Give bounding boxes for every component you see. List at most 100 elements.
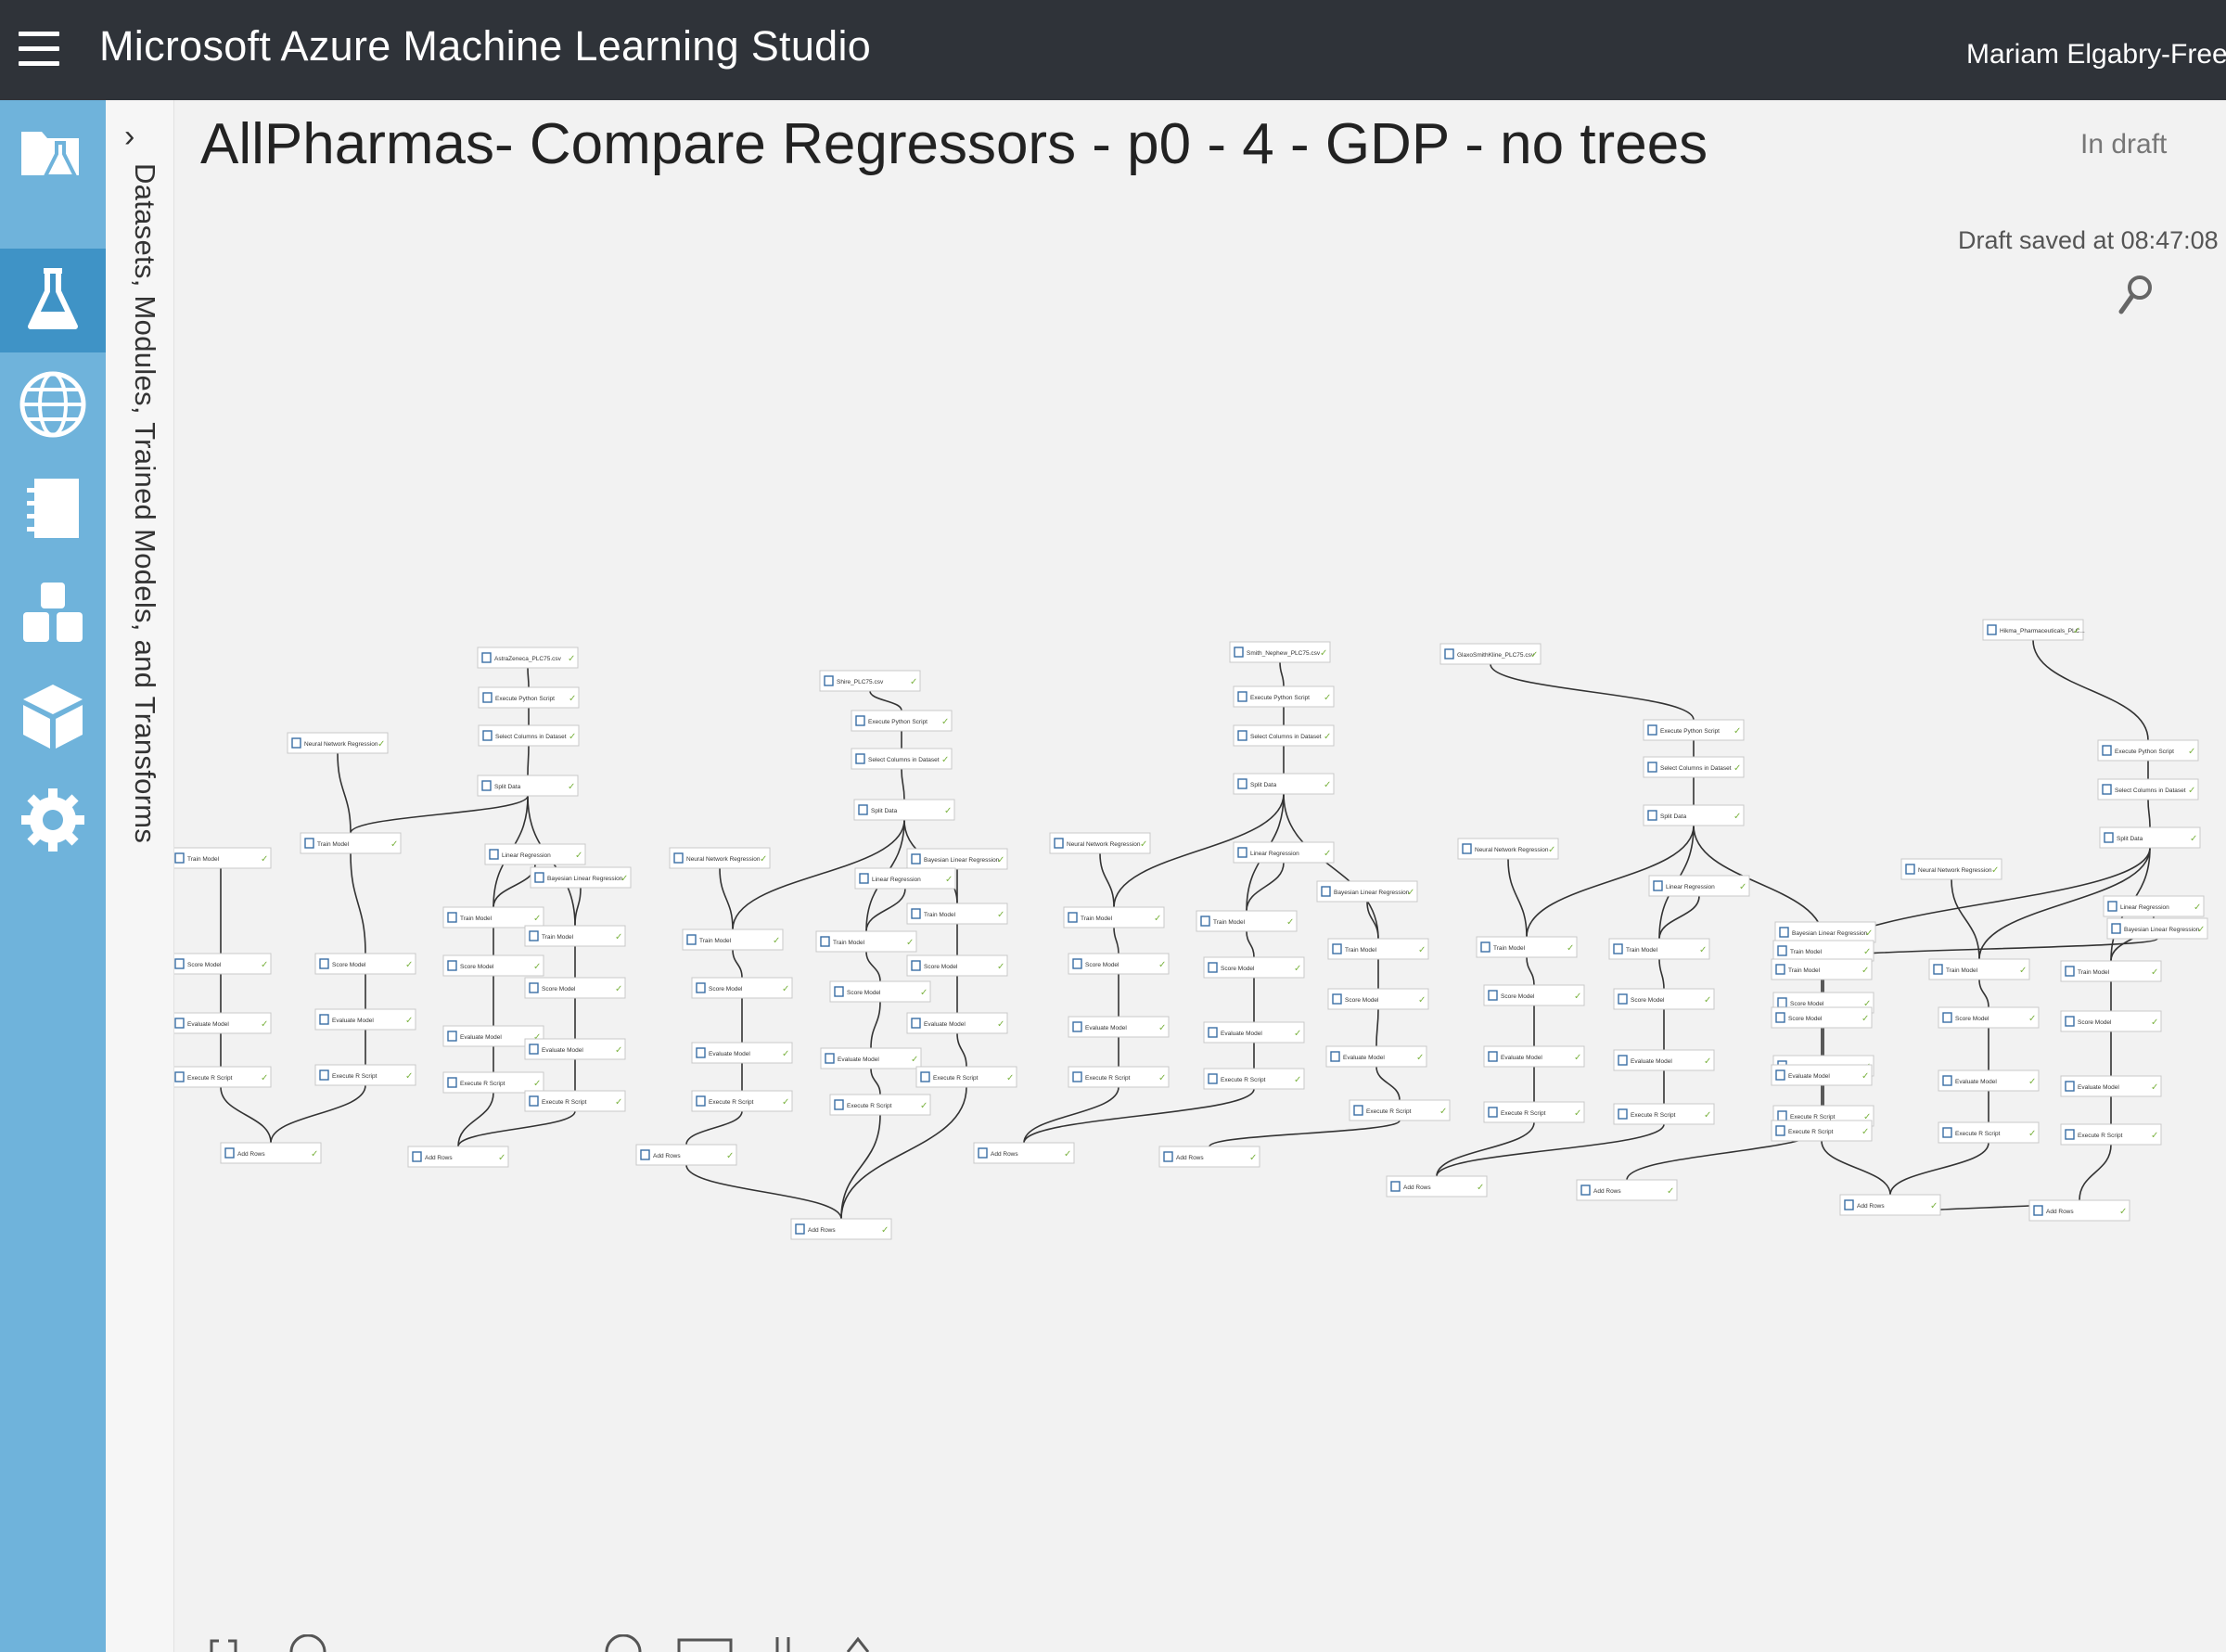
module-node[interactable]: Train Model ✓ <box>1772 940 1874 962</box>
module-box[interactable] <box>1771 958 1873 980</box>
connection-line[interactable] <box>1821 1140 1891 1196</box>
module-box[interactable] <box>2099 826 2201 849</box>
experiment-graph[interactable]: AstraZeneca_PLC75.csv ✓ Execute Python Scr… <box>174 594 2226 1243</box>
module-node[interactable]: Add Rows ✓ <box>973 1142 1075 1164</box>
module-node[interactable]: Select Columns in Dataset ✓ <box>851 748 953 770</box>
connection-line[interactable] <box>1375 1008 1379 1047</box>
module-node[interactable]: Score Model ✓ <box>1613 988 1715 1010</box>
module-box[interactable] <box>220 1142 322 1164</box>
module-node[interactable]: Add Rows ✓ <box>220 1142 322 1164</box>
connection-line[interactable] <box>2147 799 2151 828</box>
connection-line[interactable] <box>350 795 529 834</box>
module-node[interactable]: Score Model ✓ <box>2060 1010 2162 1032</box>
module-node[interactable]: Train Model ✓ <box>524 925 626 947</box>
connection-line[interactable] <box>1978 979 1989 1008</box>
module-node[interactable]: Bayesian Linear Regression✓ <box>1316 880 1418 903</box>
module-node[interactable]: Add Rows ✓ <box>407 1146 509 1168</box>
module-node[interactable]: Split Data ✓ <box>2099 826 2201 849</box>
module-box[interactable] <box>1327 938 1429 960</box>
module-box[interactable] <box>973 1142 1075 1164</box>
module-node[interactable]: GlaxoSmithKline_PLC75.csv✓ <box>1439 643 1542 665</box>
connection-line[interactable] <box>1246 862 1285 912</box>
module-node[interactable]: Score Model ✓ <box>1203 956 1305 979</box>
module-node[interactable]: AstraZeneca_PLC75.csv ✓ <box>477 647 579 669</box>
module-node[interactable]: Execute R Script ✓ <box>524 1090 626 1112</box>
module-node[interactable]: Score Model ✓ <box>1327 988 1429 1010</box>
module-node[interactable]: Evaluate Model ✓ <box>1203 1021 1305 1044</box>
module-node[interactable]: Train Model ✓ <box>442 906 544 928</box>
module-node[interactable]: Execute R Script ✓ <box>1938 1121 2040 1144</box>
nav-trained-models[interactable] <box>0 664 106 768</box>
nav-web-services[interactable] <box>0 352 106 456</box>
module-node[interactable]: Split Data ✓ <box>853 799 955 821</box>
module-box[interactable] <box>2060 960 2162 982</box>
module-node[interactable]: Neural Network Regression ✓ <box>1049 832 1151 854</box>
module-node[interactable]: Evaluate Model ✓ <box>2060 1075 2162 1097</box>
module-box[interactable] <box>1196 910 1298 932</box>
module-box[interactable] <box>1476 936 1578 958</box>
module-box[interactable] <box>1928 958 2030 980</box>
module-node[interactable]: Hikma_Pharmaceuticals_PLC...✓ <box>1982 619 2085 641</box>
module-node[interactable]: Train Model ✓ <box>1928 958 2030 980</box>
module-node[interactable]: Add Rows ✓ <box>635 1144 737 1166</box>
module-node[interactable]: Train Model ✓ <box>300 832 402 854</box>
module-box[interactable] <box>815 930 917 953</box>
module-node[interactable]: Add Rows ✓ <box>1839 1194 1941 1216</box>
module-node[interactable]: Evaluate Model ✓ <box>174 1012 272 1034</box>
module-node[interactable]: Train Model ✓ <box>1771 958 1873 980</box>
connection-line[interactable] <box>1436 1123 1665 1177</box>
module-node[interactable]: Evaluate Model ✓ <box>691 1042 793 1064</box>
module-node[interactable]: Linear Regression ✓ <box>1648 875 1750 897</box>
module-box[interactable] <box>790 1218 892 1240</box>
module-node[interactable]: Execute Python Script ✓ <box>851 710 953 732</box>
connection-line[interactable] <box>901 768 905 800</box>
module-node[interactable]: Score Model ✓ <box>314 953 416 975</box>
connection-line[interactable] <box>1951 878 1980 960</box>
actual-size-icon[interactable] <box>603 1634 644 1652</box>
connection-line[interactable] <box>337 752 352 834</box>
connection-line[interactable] <box>1023 1088 1255 1144</box>
user-account-name[interactable]: Mariam Elgabry-Free-V <box>1966 39 2226 70</box>
pan-icon[interactable] <box>770 1634 798 1652</box>
module-node[interactable]: Score Model ✓ <box>1068 953 1170 975</box>
module-node[interactable]: Train Model ✓ <box>906 903 1008 925</box>
module-node[interactable]: Execute R Script ✓ <box>829 1094 931 1116</box>
connection-line[interactable] <box>870 1068 881 1095</box>
connection-line[interactable] <box>870 1001 881 1049</box>
connection-line[interactable] <box>1375 1066 1401 1101</box>
module-node[interactable]: Evaluate Model ✓ <box>1938 1069 2040 1092</box>
zoom-icon[interactable] <box>288 1634 328 1652</box>
module-node[interactable]: Execute R Script ✓ <box>915 1066 1017 1088</box>
module-node[interactable]: Score Model ✓ <box>906 954 1008 977</box>
module-node[interactable]: Execute R Script ✓ <box>1771 1120 1873 1142</box>
module-node[interactable]: Linear Regression ✓ <box>854 867 956 890</box>
connection-line[interactable] <box>685 1164 842 1220</box>
connection-line[interactable] <box>1246 930 1255 958</box>
module-node[interactable]: Shire_PLC75.csv ✓ <box>819 670 921 692</box>
module-node[interactable]: Score Model ✓ <box>1938 1006 2040 1029</box>
connection-line[interactable] <box>1658 958 1665 990</box>
connection-line[interactable] <box>1507 858 1528 938</box>
module-node[interactable]: Evaluate Model ✓ <box>1483 1045 1585 1068</box>
connection-line[interactable] <box>1889 1142 1989 1196</box>
connection-line[interactable] <box>719 867 734 930</box>
connection-line[interactable] <box>527 667 530 688</box>
connection-line[interactable] <box>350 852 366 954</box>
connection-line[interactable] <box>1490 663 1695 721</box>
chevron-right-icon[interactable]: › <box>124 121 134 152</box>
module-node[interactable]: Add Rows ✓ <box>1386 1175 1488 1197</box>
module-node[interactable]: Score Model ✓ <box>524 977 626 999</box>
connection-line[interactable] <box>574 887 582 927</box>
module-node[interactable]: Train Model ✓ <box>1608 938 1710 960</box>
module-node[interactable]: Train Model ✓ <box>174 847 272 869</box>
module-node[interactable]: Evaluate Model ✓ <box>1613 1049 1715 1071</box>
nav-settings[interactable] <box>0 768 106 872</box>
module-node[interactable]: Execute R Script ✓ <box>1349 1099 1451 1121</box>
module-node[interactable]: Smith_Nephew_PLC75.csv ✓ <box>1229 641 1331 663</box>
module-box[interactable] <box>1643 804 1745 826</box>
module-node[interactable]: Train Model ✓ <box>1063 906 1165 928</box>
module-box[interactable] <box>1608 938 1710 960</box>
connection-line[interactable] <box>1526 956 1535 986</box>
module-node[interactable]: Score Model ✓ <box>829 980 931 1003</box>
module-node[interactable]: Linear Regression ✓ <box>1233 841 1335 864</box>
